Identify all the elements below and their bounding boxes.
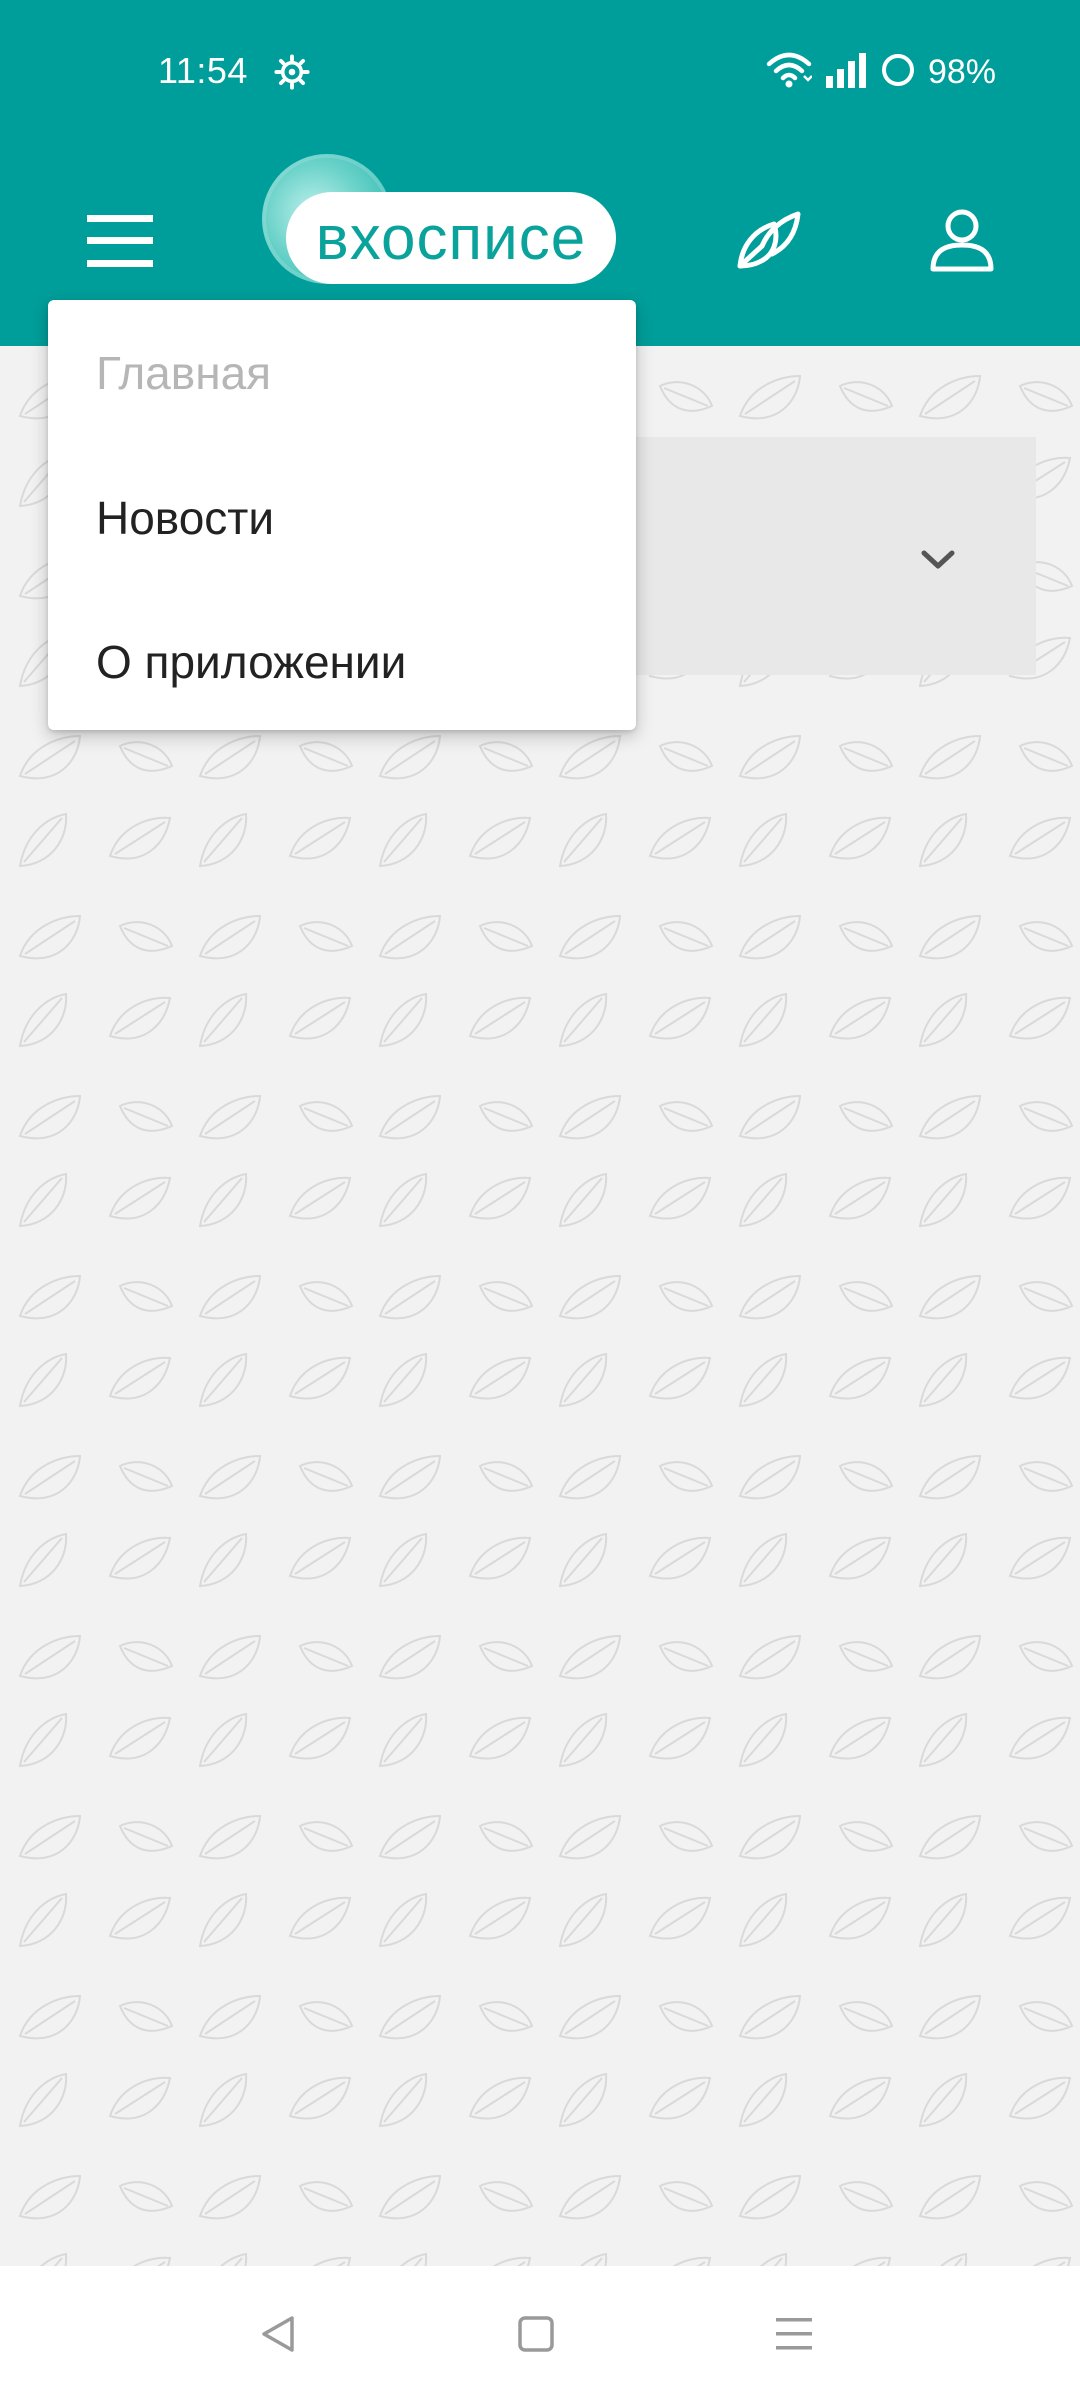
gear-icon — [274, 54, 310, 90]
wifi-icon — [766, 50, 813, 95]
battery-percent: 98% — [927, 52, 996, 91]
home-button[interactable] — [506, 2306, 566, 2366]
menu-button[interactable] — [72, 198, 168, 288]
leaf-icon — [732, 206, 804, 283]
top-header: 11:54 98% вхосписе — [0, 0, 1080, 346]
back-icon — [256, 2312, 300, 2361]
logo-text: вхосписе — [315, 203, 587, 273]
recents-button[interactable] — [764, 2306, 824, 2366]
system-nav-bar — [0, 2266, 1080, 2400]
back-button[interactable] — [248, 2306, 308, 2366]
status-bar: 11:54 98% — [0, 0, 1080, 140]
recents-icon — [772, 2312, 816, 2361]
nav-dropdown-menu: Главная Новости О приложении — [48, 300, 636, 730]
category-select[interactable] — [600, 437, 1036, 675]
status-time: 11:54 — [158, 50, 248, 91]
menu-item-news[interactable]: Новости — [48, 446, 636, 590]
leaf-button[interactable] — [718, 194, 818, 294]
home-icon — [514, 2312, 558, 2361]
logo-pill: вхосписе — [286, 192, 616, 284]
status-icons: 98% — [766, 50, 996, 94]
menu-item-about[interactable]: О приложении — [48, 590, 636, 734]
menu-item-home: Главная — [96, 347, 272, 399]
app-logo[interactable]: вхосписе — [262, 150, 632, 290]
chevron-down-icon — [916, 537, 960, 581]
battery-icon — [880, 52, 916, 93]
signal-icon — [824, 52, 868, 93]
profile-button[interactable] — [910, 190, 1014, 294]
user-icon — [929, 207, 995, 278]
menu-icon — [85, 213, 155, 274]
app-screen: 11:54 98% вхосписе Главная Новости О при… — [0, 0, 1080, 2400]
